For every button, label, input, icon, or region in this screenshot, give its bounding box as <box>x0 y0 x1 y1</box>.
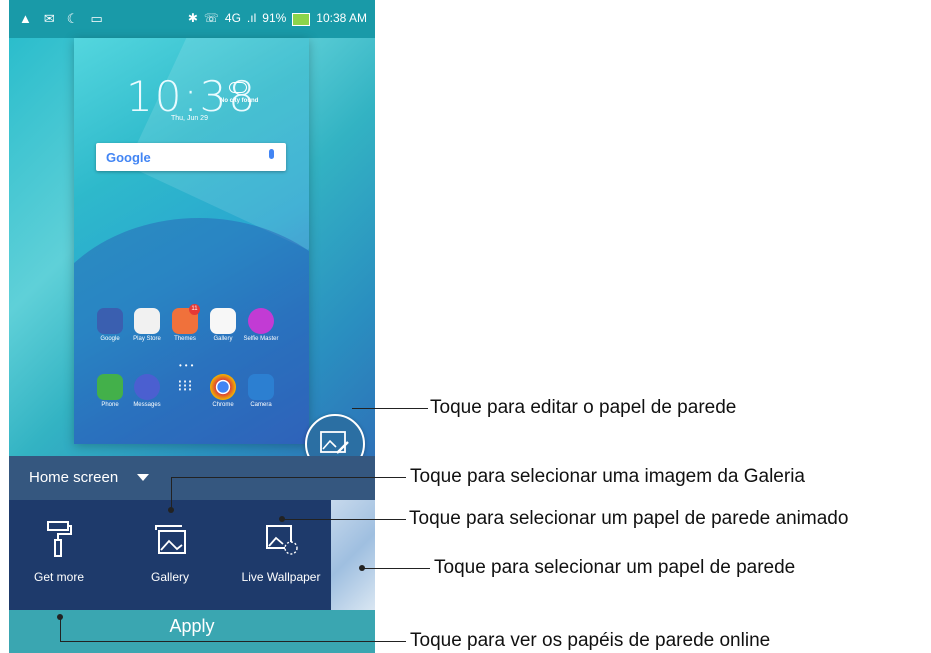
app-phone: Phone <box>90 374 130 408</box>
status-icons-right: ✱ ☏ 4G .ıl 91% 10:38 AM <box>187 11 367 26</box>
sd-card-icon: ▭ <box>90 11 103 26</box>
camera-icon <box>248 374 274 400</box>
cloud-icon <box>229 82 247 93</box>
app-play-store: Play Store <box>127 308 167 342</box>
moon-icon: ☾ <box>66 11 79 26</box>
battery-icon <box>292 12 311 26</box>
notification-icon: ▲ <box>19 11 32 26</box>
weather-text: No city found <box>220 98 259 104</box>
callout-line-gallery <box>171 477 406 478</box>
chevron-down-icon <box>137 474 149 481</box>
mic-icon <box>269 149 274 159</box>
callout-line-live <box>282 519 406 520</box>
app-drawer-icon: ⁝⁝⁝ <box>177 378 193 395</box>
gallery-button[interactable]: Gallery <box>120 520 220 584</box>
app-gallery: Gallery <box>203 308 243 342</box>
apply-bar: Apply <box>9 610 375 653</box>
selfie-master-icon <box>248 308 274 334</box>
app-chrome: Chrome <box>203 374 243 408</box>
live-wallpaper-button[interactable]: Live Wallpaper <box>231 520 331 584</box>
callout-line-wallpaper <box>362 568 430 569</box>
clock-widget: 10:38 <box>126 72 258 121</box>
edit-wallpaper-icon <box>320 431 349 454</box>
chrome-icon <box>210 374 236 400</box>
gallery-label: Gallery <box>150 570 189 584</box>
callout-live: Toque para selecionar um papel de parede… <box>409 508 849 529</box>
google-search-bar: Google <box>96 143 286 171</box>
status-icons-left: ▲ ✉ ☾ ▭ <box>19 11 103 27</box>
app-selfie-master: Selfie Master <box>241 308 281 342</box>
battery-percent: 91% <box>262 11 287 25</box>
app-camera: Camera <box>241 374 281 408</box>
page-indicator: ••• <box>179 361 197 370</box>
status-time: 10:38 AM <box>316 11 367 25</box>
status-bar: ▲ ✉ ☾ ▭ ✱ ☏ 4G .ıl 91% 10:38 AM <box>9 0 375 38</box>
callout-line-online <box>60 641 406 642</box>
badge: 11 <box>189 304 200 315</box>
callout-edit: Toque para editar o papel de parede <box>430 397 737 418</box>
bluetooth-icon: ✱ <box>187 11 198 25</box>
signal-icon: .ıl <box>246 11 257 25</box>
app-themes: 11 Themes <box>165 304 205 342</box>
google-folder-icon <box>97 308 123 334</box>
wallpaper-thumbnail[interactable] <box>331 500 375 610</box>
home-screen-selector[interactable]: Home screen <box>9 456 375 500</box>
get-more-label: Get more <box>33 570 84 584</box>
live-wallpaper-icon <box>266 525 298 555</box>
messages-icon <box>134 374 160 400</box>
gallery-app-icon <box>210 308 236 334</box>
play-store-icon <box>134 308 160 334</box>
callout-gallery: Toque para selecionar uma imagem da Gale… <box>410 466 805 487</box>
app-messages: Messages <box>127 374 167 408</box>
phone-icon <box>97 374 123 400</box>
network-label: 4G <box>224 11 241 25</box>
callout-vline-gallery <box>171 477 172 510</box>
callout-vline-online <box>60 617 61 641</box>
home-screen-preview: 10:38 No city found Thu, Jun 29 Google G… <box>74 38 309 444</box>
google-logo: Google <box>106 150 151 165</box>
callout-online: Toque para ver os papéis de parede onlin… <box>410 630 771 651</box>
callout-wallpaper: Toque para selecionar um papel de parede <box>434 557 796 578</box>
app-google: Google <box>90 308 130 342</box>
paint-roller-icon <box>47 521 72 557</box>
callout-line-edit <box>352 408 428 409</box>
email-icon: ✉ <box>43 11 55 26</box>
volte-icon: ☏ <box>203 11 219 25</box>
get-more-button[interactable]: Get more <box>9 520 109 584</box>
phone-screen: ▲ ✉ ☾ ▭ ✱ ☏ 4G .ıl 91% 10:38 AM 10:38 No… <box>9 0 375 653</box>
wallpaper-area: 10:38 No city found Thu, Jun 29 Google G… <box>9 38 375 474</box>
apply-button[interactable]: Apply <box>9 616 375 637</box>
date-text: Thu, Jun 29 <box>171 115 208 122</box>
wallpaper-tray: Get more Gallery Live Wallpaper <box>9 500 375 610</box>
app-drawer: ⁝⁝⁝ <box>165 374 205 402</box>
gallery-icon <box>155 525 186 554</box>
home-screen-label: Home screen <box>29 469 119 486</box>
live-wallpaper-label: Live Wallpaper <box>241 570 321 584</box>
